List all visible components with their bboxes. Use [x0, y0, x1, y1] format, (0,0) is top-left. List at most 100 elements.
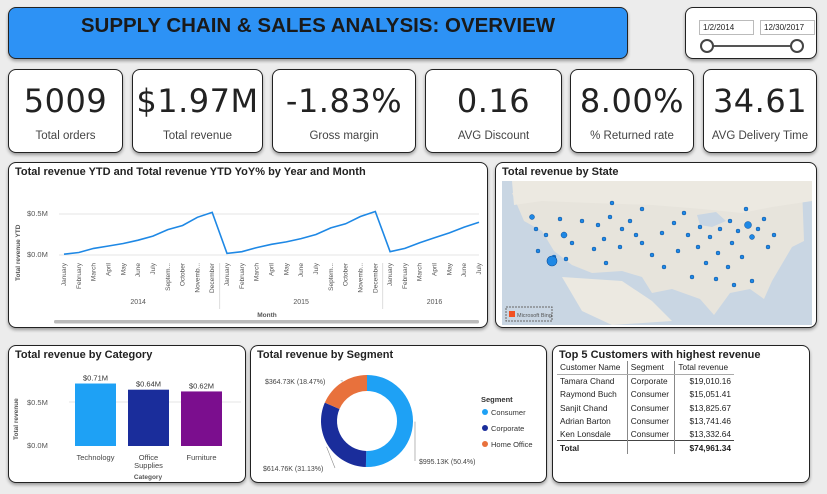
revenue-ytd-line[interactable]	[63, 210, 480, 255]
column-header[interactable]: Total revenue	[674, 361, 734, 375]
x-tick-label: February	[402, 262, 409, 289]
state-revenue-dot[interactable]	[639, 206, 645, 212]
kpi-label: % Returned rate	[590, 130, 674, 142]
state-revenue-dot[interactable]	[725, 264, 731, 270]
top5-table-card[interactable]: Top 5 Customers with highest revenue Cus…	[552, 345, 810, 483]
state-revenue-dot[interactable]	[546, 255, 558, 267]
state-revenue-dot[interactable]	[563, 256, 569, 262]
kpi-total-revenue[interactable]: $1.97M Total revenue	[132, 69, 263, 153]
slider-end-handle[interactable]	[790, 39, 804, 53]
state-revenue-dot[interactable]	[661, 264, 667, 270]
segment-chart-card[interactable]: Total revenue by Segment $995.13K (50.4%…	[250, 345, 547, 483]
state-revenue-dot[interactable]	[685, 232, 691, 238]
horizontal-scrollbar[interactable]	[54, 320, 479, 324]
state-revenue-dot[interactable]	[535, 248, 541, 254]
state-revenue-dot[interactable]	[703, 260, 709, 266]
state-revenue-dot[interactable]	[601, 236, 607, 242]
state-revenue-dot[interactable]	[735, 228, 741, 234]
category-chart-card[interactable]: Total revenue by Category Total revenue …	[8, 345, 246, 483]
state-revenue-dot[interactable]	[659, 230, 665, 236]
table-row[interactable]: Raymond Buch Consumer $15,051.41	[557, 387, 734, 401]
state-revenue-dot[interactable]	[771, 232, 777, 238]
state-revenue-dot[interactable]	[579, 218, 585, 224]
table-row[interactable]: Ken Lonsdale Consumer $13,332.64	[557, 427, 734, 441]
state-revenue-dot[interactable]	[617, 244, 623, 250]
category-tick-label: Supplies	[134, 461, 163, 470]
state-revenue-dot[interactable]	[695, 244, 701, 250]
x-axis-label: Category	[134, 474, 163, 481]
legend-item[interactable]: Consumer	[491, 408, 526, 417]
x-tick-label: January	[224, 262, 231, 286]
state-revenue-dot[interactable]	[595, 222, 601, 228]
state-revenue-dot[interactable]	[591, 246, 597, 252]
kpi-total-orders[interactable]: 5009 Total orders	[8, 69, 123, 153]
state-revenue-dot[interactable]	[689, 274, 695, 280]
kpi-returned-rate[interactable]: 8.00% % Returned rate	[570, 69, 694, 153]
column-header[interactable]: Segment	[627, 361, 676, 375]
state-revenue-dot[interactable]	[557, 216, 563, 222]
table-row[interactable]: Sanjit Chand Consumer $13,825.67	[557, 400, 734, 415]
state-revenue-dot[interactable]	[713, 276, 719, 282]
state-revenue-dot[interactable]	[761, 216, 767, 222]
state-revenue-dot[interactable]	[639, 240, 645, 246]
legend-item[interactable]: Home Office	[491, 440, 533, 449]
state-revenue-dot[interactable]	[627, 218, 633, 224]
table-row[interactable]: Adrian Barton Consumer $13,741.46	[557, 414, 734, 428]
line-chart[interactable]: Total revenue YTD $0.5M $0.0M January Feb…	[9, 163, 487, 327]
segment-slice[interactable]	[324, 375, 367, 410]
state-revenue-dot[interactable]	[681, 210, 687, 216]
state-revenue-dot[interactable]	[731, 282, 737, 288]
date-start-input[interactable]: 1/2/2014	[699, 20, 754, 35]
line-chart-card[interactable]: Total revenue YTD and Total revenue YTD …	[8, 162, 488, 328]
state-revenue-dot[interactable]	[715, 250, 721, 256]
date-end-input[interactable]: 12/30/2017	[760, 20, 815, 35]
category-bar[interactable]	[128, 389, 169, 446]
state-revenue-dot[interactable]	[749, 234, 755, 240]
state-revenue-dot[interactable]	[739, 254, 745, 260]
state-revenue-dot[interactable]	[633, 232, 639, 238]
state-revenue-dot[interactable]	[649, 252, 655, 258]
state-revenue-dot[interactable]	[697, 224, 703, 230]
state-revenue-dot[interactable]	[529, 214, 535, 220]
legend-item[interactable]: Corporate	[491, 424, 524, 433]
state-revenue-dot[interactable]	[569, 240, 575, 246]
state-revenue-dot[interactable]	[675, 248, 681, 254]
state-revenue-dot[interactable]	[607, 214, 613, 220]
map-card[interactable]: Total revenue by State Microsoft Bing	[495, 162, 817, 328]
state-revenue-dot[interactable]	[609, 200, 615, 206]
x-tick-label: May	[446, 262, 453, 275]
state-revenue-dot[interactable]	[717, 226, 723, 232]
state-revenue-dot[interactable]	[729, 240, 735, 246]
x-tick-label: Novemb...	[357, 263, 364, 293]
category-bar[interactable]	[75, 383, 116, 446]
state-revenue-dot[interactable]	[619, 226, 625, 232]
table-row[interactable]: Tamara Chand Corporate $19,010.16	[557, 374, 734, 388]
column-header[interactable]: Customer Name	[557, 361, 628, 375]
slider-start-handle[interactable]	[700, 39, 714, 53]
kpi-avg-delivery-time[interactable]: 34.61 AVG Delivery Time	[703, 69, 817, 153]
segment-cell: Consumer	[627, 427, 676, 441]
state-revenue-dot[interactable]	[744, 221, 752, 229]
us-map[interactable]: Microsoft Bing	[502, 181, 812, 325]
state-revenue-dot[interactable]	[727, 218, 733, 224]
kpi-avg-discount[interactable]: 0.16 AVG Discount	[425, 69, 562, 153]
state-revenue-dot[interactable]	[755, 226, 761, 232]
state-revenue-dot[interactable]	[743, 206, 749, 212]
state-revenue-dot[interactable]	[560, 231, 568, 239]
state-revenue-dot[interactable]	[603, 260, 609, 266]
state-revenue-dot[interactable]	[533, 226, 539, 232]
state-revenue-dot[interactable]	[543, 232, 549, 238]
segment-slice[interactable]	[365, 375, 413, 467]
state-revenue-dot[interactable]	[765, 244, 771, 250]
segment-slice[interactable]	[321, 402, 367, 467]
date-slicer[interactable]: 1/2/2014 12/30/2017	[685, 7, 817, 59]
category-bar-chart[interactable]: Total revenue $0.5M $0.0M $0.71M Technolo…	[9, 360, 245, 482]
kpi-gross-margin[interactable]: -1.83% Gross margin	[272, 69, 416, 153]
segment-donut-chart[interactable]: $995.13K (50.4%) $614.76K (31.13%) $364.73…	[251, 360, 546, 482]
slider-track[interactable]	[706, 45, 796, 47]
y-axis-label: Total revenue YTD	[15, 224, 22, 281]
state-revenue-dot[interactable]	[671, 220, 677, 226]
state-revenue-dot[interactable]	[749, 278, 755, 284]
category-bar[interactable]	[181, 391, 222, 446]
state-revenue-dot[interactable]	[707, 234, 713, 240]
